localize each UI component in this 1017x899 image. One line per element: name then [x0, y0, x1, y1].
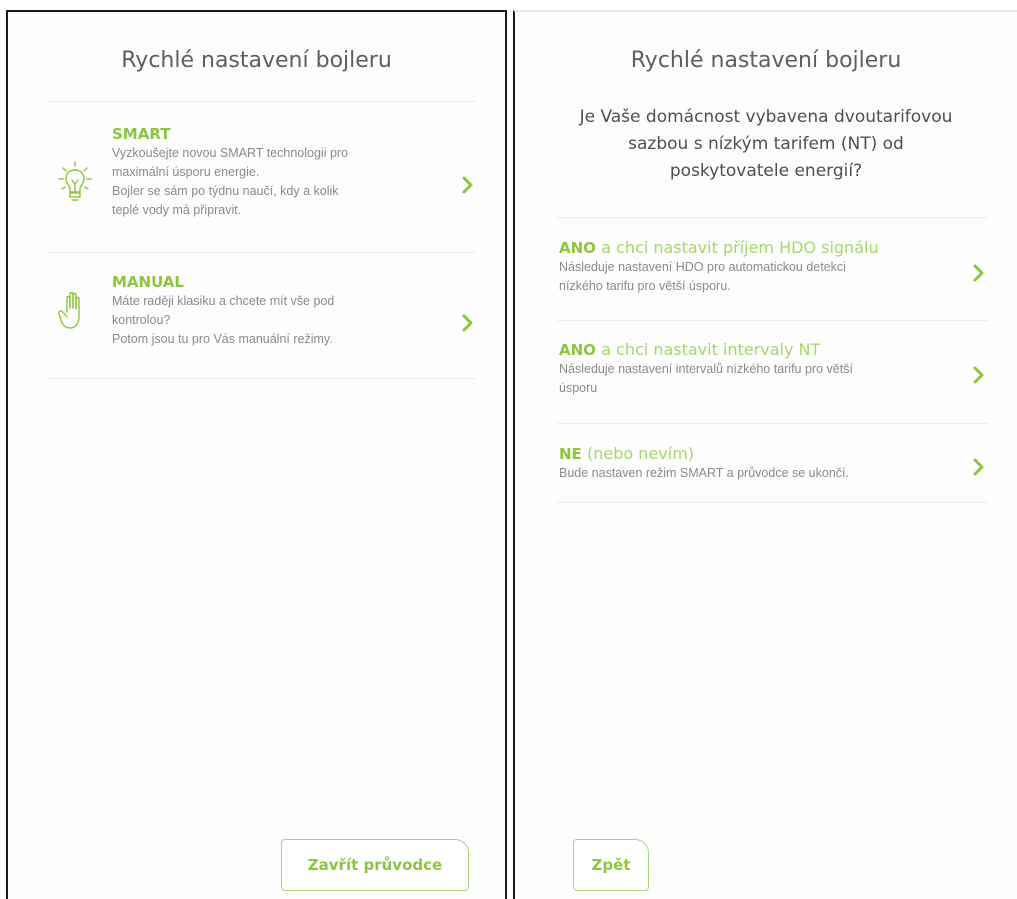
chevron-right-icon	[460, 312, 476, 334]
chevron-right-icon	[971, 364, 987, 386]
option-hdo-bold: ANO	[559, 239, 596, 257]
option-nt-bold: ANO	[559, 341, 596, 359]
divider	[48, 378, 476, 379]
option-smart-desc-3: Bojler se sám po týdnu naučí, kdy a koli…	[112, 184, 339, 198]
page-title: Rychlé nastavení bojleru	[121, 48, 392, 73]
hand-icon	[58, 290, 88, 337]
divider	[48, 252, 476, 253]
option-no-bold: NE	[559, 445, 582, 463]
question-line-2: sazbou s nízkým tarifem (NT) od	[628, 134, 904, 154]
option-hdo-signal[interactable]: ANO a chci nastavit příjem HDO signálu N…	[559, 238, 991, 318]
back-button[interactable]: Zpět	[573, 839, 649, 891]
question-line-3: poskytovatele energií?	[669, 161, 863, 181]
option-manual-heading: MANUAL	[112, 273, 184, 291]
option-no[interactable]: NE (nebo nevím) Bude nastaven režim SMAR…	[559, 444, 991, 502]
divider	[557, 423, 989, 424]
option-no-rest: (nebo nevím)	[587, 444, 695, 463]
divider	[48, 101, 476, 102]
option-smart-desc-2: maximální úsporu energie.	[112, 165, 260, 179]
chevron-right-icon	[460, 174, 476, 196]
option-manual-desc-3: Potom jsou tu pro Vás manuální režimy.	[112, 332, 333, 346]
option-hdo-heading: ANO a chci nastavit příjem HDO signálu	[559, 238, 991, 258]
option-smart-heading: SMART	[112, 125, 171, 143]
option-nt-intervals[interactable]: ANO a chci nastavit intervaly NT Následu…	[559, 340, 991, 420]
option-nt-desc-1: Následuje nastavení intervalů nízkého ta…	[559, 362, 853, 376]
question-text: Je Vaše domácnost vybavena dvoutarifovou…	[535, 104, 997, 185]
divider	[557, 217, 989, 218]
option-hdo-rest: a chci nastavit příjem HDO signálu	[601, 238, 879, 257]
right-screen: Rychlé nastavení bojleru Je Vaše domácno…	[513, 10, 1017, 899]
option-no-desc-1: Bude nastaven režim SMART a průvodce se …	[559, 466, 849, 480]
option-manual-desc-2: kontrolou?	[112, 313, 171, 327]
close-wizard-button[interactable]: Zavřít průvodce	[281, 839, 469, 891]
option-smart[interactable]: SMART Vyzkoušejte novou SMART technologi…	[48, 122, 478, 252]
divider	[557, 502, 989, 503]
lightbulb-icon	[58, 160, 92, 211]
option-nt-desc-2: úsporu	[559, 381, 598, 395]
option-manual[interactable]: MANUAL Máte raději klasiku a chcete mít …	[48, 270, 478, 378]
option-smart-desc-4: teplé vody má připravit.	[112, 203, 242, 217]
option-smart-desc-1: Vyzkoušejte novou SMART technologii pro	[112, 146, 349, 160]
option-nt-rest: a chci nastavit intervaly NT	[601, 340, 821, 359]
option-hdo-desc-1: Následuje nastavení HDO pro automatickou…	[559, 260, 846, 274]
left-screen: Rychlé nastavení bojleru SMART Vyzkoušej…	[6, 10, 507, 899]
option-manual-desc-1: Máte raději klasiku a chcete mít vše pod	[112, 294, 335, 308]
chevron-right-icon	[971, 456, 987, 478]
option-nt-heading: ANO a chci nastavit intervaly NT	[559, 340, 991, 360]
chevron-right-icon	[971, 262, 987, 284]
option-hdo-desc-2: nízkého tarifu pro větší úsporu.	[559, 279, 731, 293]
option-no-heading: NE (nebo nevím)	[559, 444, 991, 464]
divider	[557, 320, 989, 321]
question-line-1: Je Vaše domácnost vybavena dvoutarifovou	[579, 107, 953, 127]
page-title: Rychlé nastavení bojleru	[630, 48, 902, 73]
